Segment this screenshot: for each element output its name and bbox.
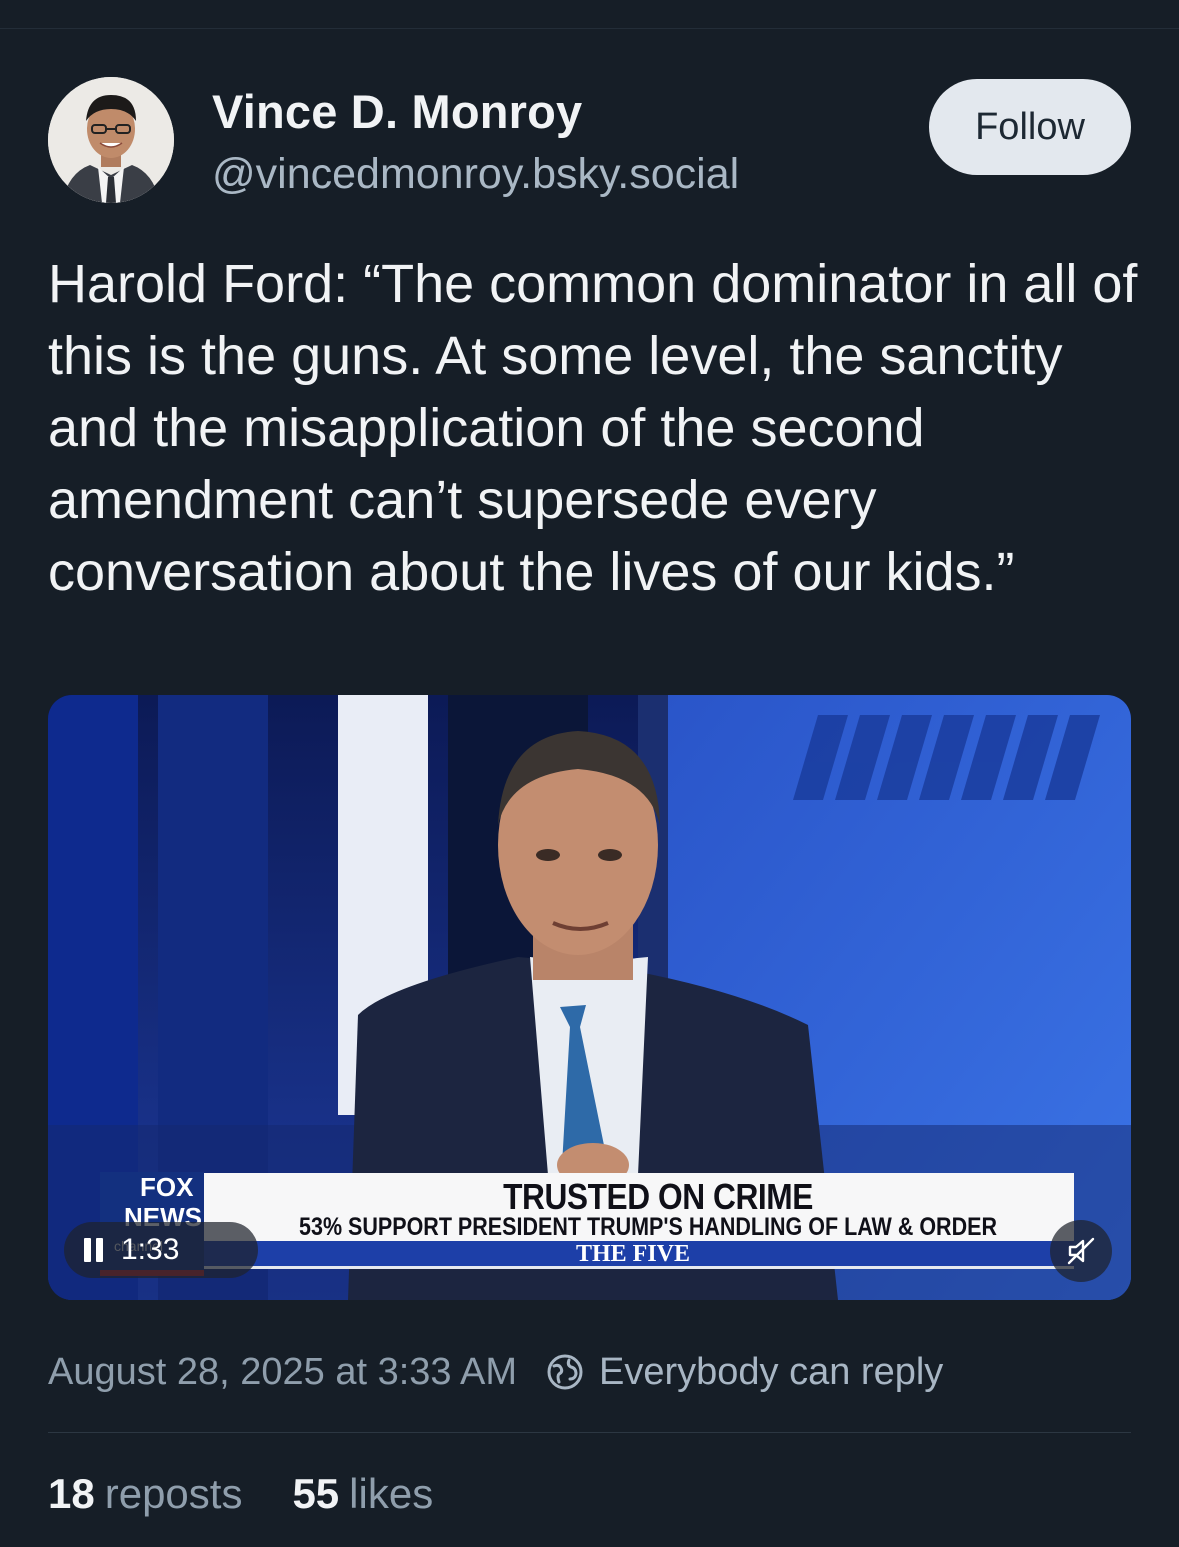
likes-label: likes [349, 1470, 434, 1517]
video-player[interactable]: TRUSTED ON CRIME 53% SUPPORT PRESIDENT T… [48, 695, 1131, 1300]
likes-count: 55 [292, 1470, 340, 1517]
reposts-count: 18 [48, 1470, 95, 1517]
post-date[interactable]: August 28, 2025 at 3:33 AM [48, 1351, 517, 1394]
mute-button[interactable] [1050, 1220, 1112, 1282]
reposts-stat[interactable]: 18 reposts [48, 1470, 242, 1518]
stats-divider [48, 1432, 1131, 1433]
pause-button[interactable]: 1:33 [64, 1222, 258, 1278]
speaker-muted-icon [1067, 1237, 1095, 1265]
reposts-label: reposts [104, 1470, 243, 1517]
follow-button[interactable]: Follow [929, 79, 1131, 175]
pause-icon [84, 1238, 103, 1262]
post-text: Harold Ford: “The common dominator in al… [48, 254, 1138, 602]
author-avatar[interactable] [48, 77, 174, 203]
author-handle[interactable]: @vincedmonroy.bsky.social [212, 150, 739, 199]
avatar-photo [48, 77, 174, 203]
video-time: 1:33 [121, 1233, 180, 1266]
network-logo-top: FOX [140, 1172, 194, 1202]
chyron-headline: TRUSTED ON CRIME [503, 1176, 813, 1217]
post-meta: August 28, 2025 at 3:33 AM Everybody can… [48, 1348, 943, 1396]
likes-stat[interactable]: 55 likes [292, 1470, 433, 1518]
chyron-subline: 53% SUPPORT PRESIDENT TRUMP'S HANDLING O… [299, 1213, 997, 1241]
author-display-name[interactable]: Vince D. Monroy [212, 84, 582, 139]
top-divider [0, 28, 1179, 29]
reply-setting[interactable]: Everybody can reply [599, 1351, 943, 1394]
post-stats: 18 reposts 55 likes [48, 1470, 483, 1518]
globe-icon [545, 1352, 585, 1392]
show-name: THE FIVE [575, 1241, 691, 1267]
post-page: Vince D. Monroy @vincedmonroy.bsky.socia… [0, 0, 1179, 1547]
